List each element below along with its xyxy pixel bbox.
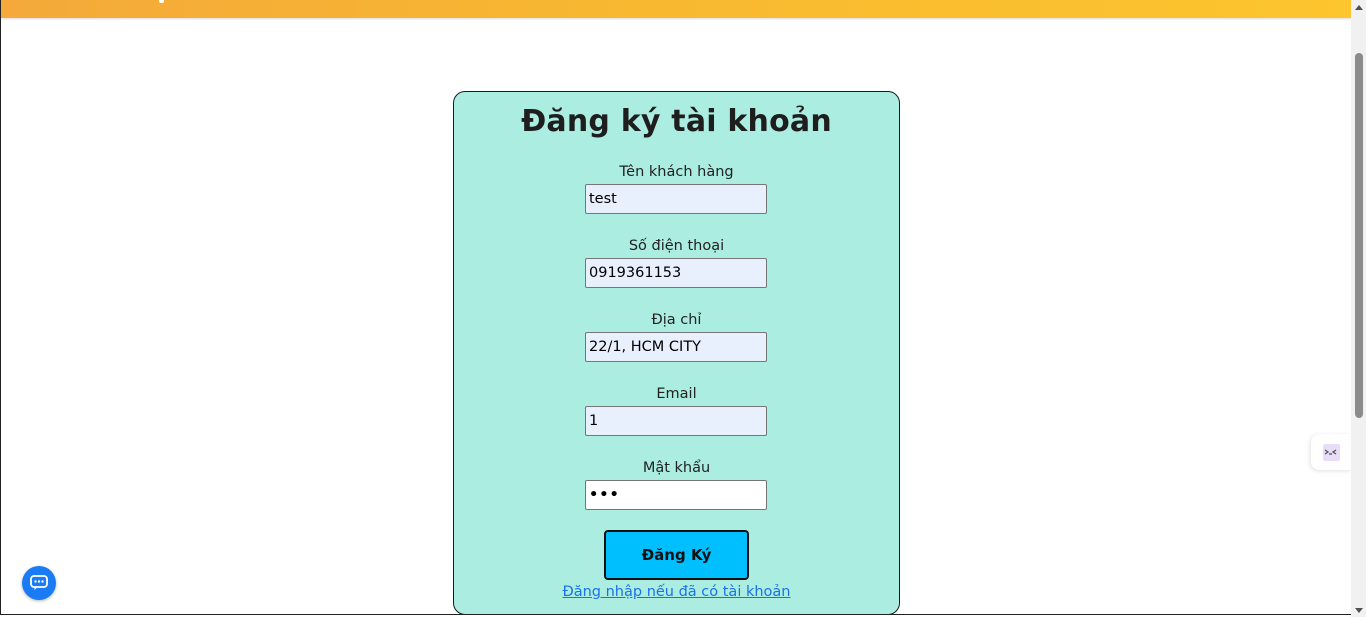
password-input[interactable] [585, 480, 767, 510]
address-label: Địa chỉ [651, 312, 702, 328]
code-extension-icon [1323, 444, 1340, 461]
phone-label: Số điện thoại [628, 238, 725, 254]
header-bar [1, 0, 1351, 18]
page-title: Đăng ký tài khoản [521, 104, 832, 139]
customer-name-label: Tên khách hàng [619, 164, 734, 180]
page-viewport: Đăng ký tài khoản Tên khách hàng Số điện… [0, 0, 1351, 615]
scroll-up-arrow-icon[interactable] [1351, 0, 1366, 14]
chat-button[interactable] [22, 566, 56, 600]
email-label: Email [656, 386, 697, 402]
chat-bubble-icon [30, 575, 48, 590]
scrollbar-thumb[interactable] [1355, 53, 1363, 418]
scroll-down-arrow-icon[interactable] [1351, 603, 1366, 617]
vertical-scrollbar[interactable] [1351, 0, 1366, 617]
phone-input[interactable] [585, 258, 767, 288]
login-link[interactable]: Đăng nhập nếu đã có tài khoản [454, 584, 899, 600]
email-input[interactable] [585, 406, 767, 436]
customer-name-input[interactable] [585, 184, 767, 214]
address-input[interactable] [585, 332, 767, 362]
register-button[interactable]: Đăng Ký [604, 530, 749, 580]
side-extension-widget[interactable] [1311, 434, 1351, 470]
header-decoration [159, 0, 164, 3]
password-label: Mật khẩu [642, 460, 711, 476]
register-form-card: Đăng ký tài khoản Tên khách hàng Số điện… [453, 91, 900, 614]
